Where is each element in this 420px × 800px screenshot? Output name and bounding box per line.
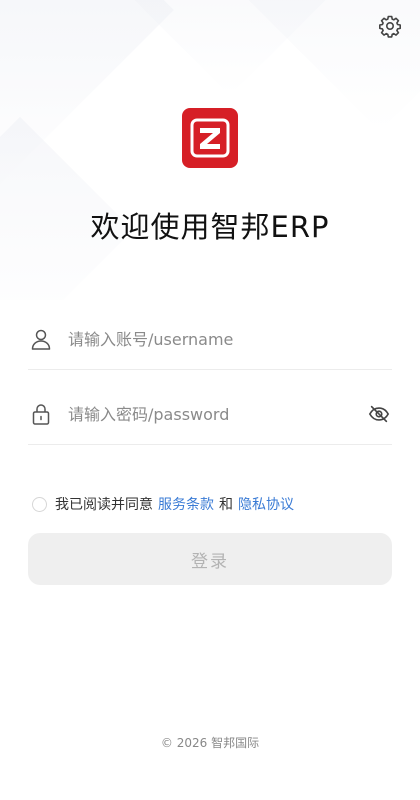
agreement-row: 我已阅读并同意 服务条款 和 隐私协议 (32, 494, 299, 514)
copyright-footer: © 2026 智邦国际 (160, 736, 260, 750)
settings-button[interactable] (376, 12, 404, 40)
welcome-title: 欢迎使用智邦ERP (90, 210, 330, 244)
agreement-text: 我已阅读并同意 (55, 497, 153, 513)
privacy-policy-link[interactable]: 隐私协议 (238, 494, 294, 514)
toggle-password-visibility-button[interactable] (366, 401, 392, 427)
terms-of-service-link[interactable]: 服务条款 (158, 494, 214, 514)
agreement-connector: 和 (219, 497, 233, 513)
username-field (28, 309, 392, 370)
agreement-checkbox[interactable] (32, 496, 47, 512)
password-input[interactable] (66, 393, 366, 435)
gear-icon (379, 15, 401, 38)
login-button[interactable]: 登录 (28, 533, 392, 585)
z-logo-icon (190, 118, 230, 158)
password-field (28, 384, 392, 445)
app-logo (182, 108, 238, 168)
user-icon (28, 326, 54, 352)
username-input[interactable] (66, 318, 392, 360)
eye-off-icon (368, 405, 390, 423)
lock-icon (28, 401, 54, 427)
